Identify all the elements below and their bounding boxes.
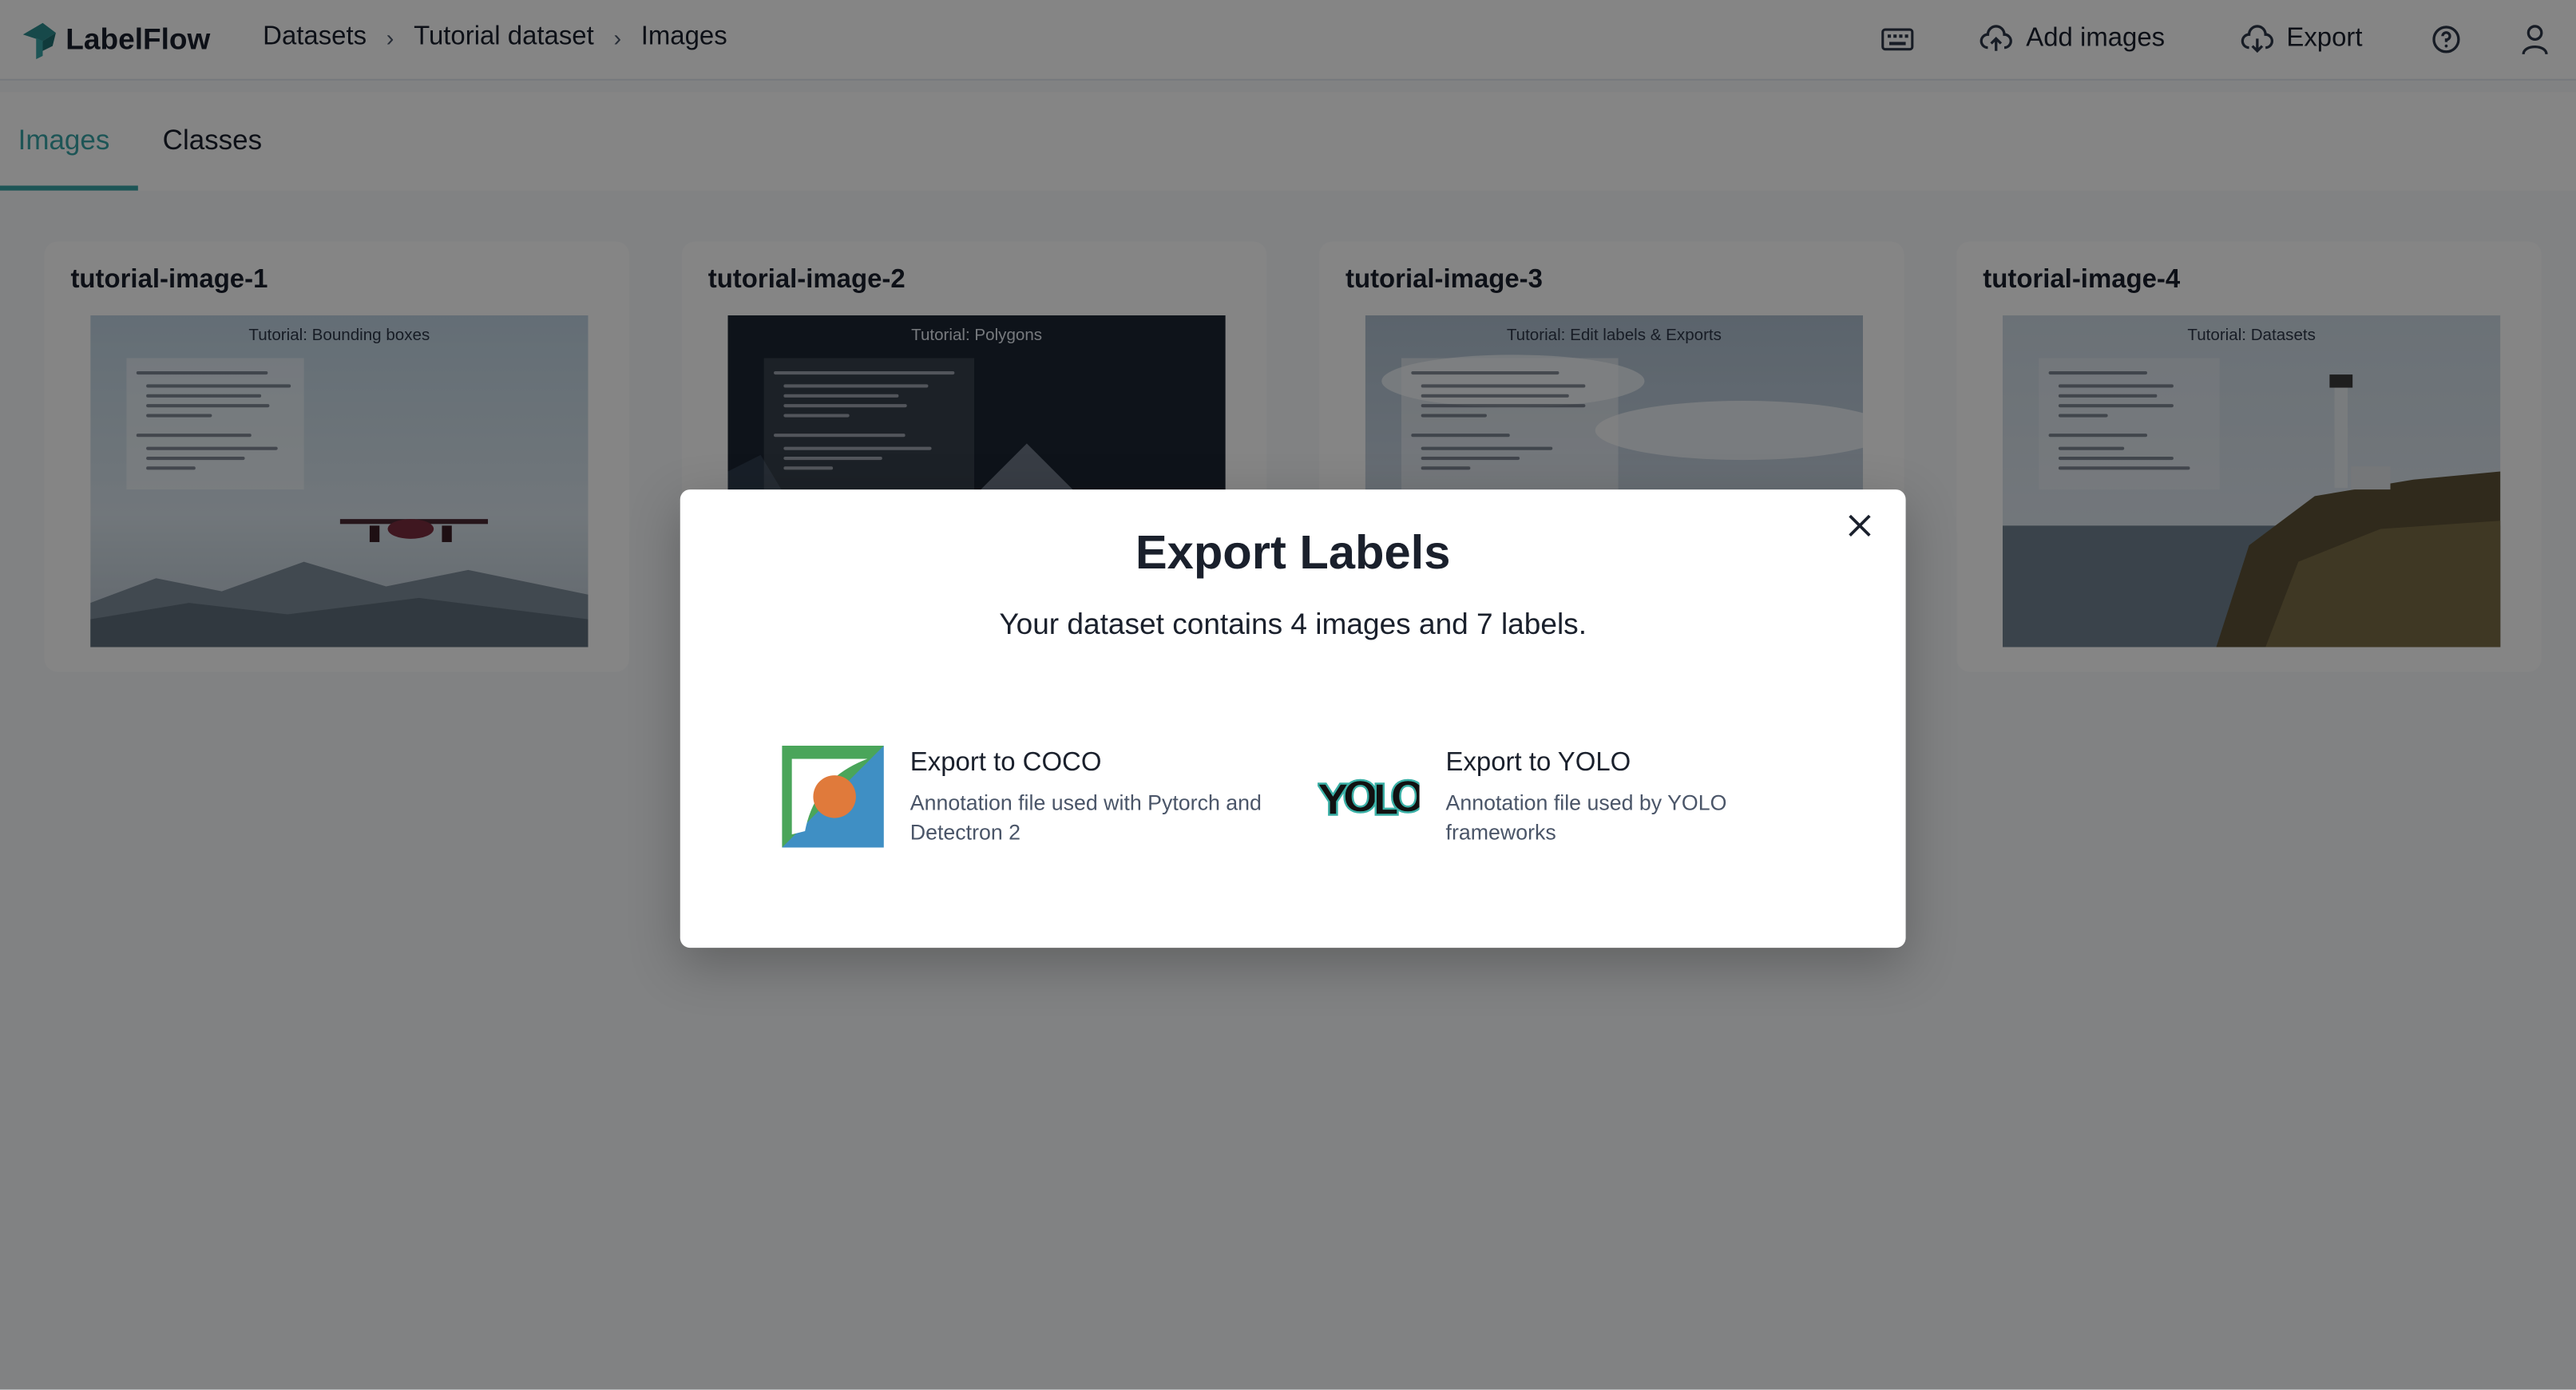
coco-logo-icon bbox=[782, 746, 884, 848]
modal-subtitle: Your dataset contains 4 images and 7 lab… bbox=[999, 608, 1587, 641]
export-yolo-option[interactable]: YOLO Export to YOLO Annotation file used… bbox=[1318, 746, 1827, 851]
yolo-logo-icon: YOLO bbox=[1318, 770, 1420, 826]
export-yolo-description: Annotation file used by YOLO frameworks bbox=[1445, 790, 1727, 845]
export-coco-option[interactable]: Export to COCO Annotation file used with… bbox=[782, 746, 1291, 851]
export-modal: Export Labels Your dataset contains 4 im… bbox=[680, 489, 1906, 948]
export-coco-title: Export to COCO bbox=[910, 749, 1102, 778]
export-yolo-title: Export to YOLO bbox=[1445, 749, 1631, 778]
modal-title: Export Labels bbox=[1135, 527, 1451, 580]
export-coco-description: Annotation file used with Pytorch and De… bbox=[910, 790, 1262, 845]
app-root: LabelFlow Datasets › Tutorial dataset › … bbox=[0, 0, 2576, 1390]
